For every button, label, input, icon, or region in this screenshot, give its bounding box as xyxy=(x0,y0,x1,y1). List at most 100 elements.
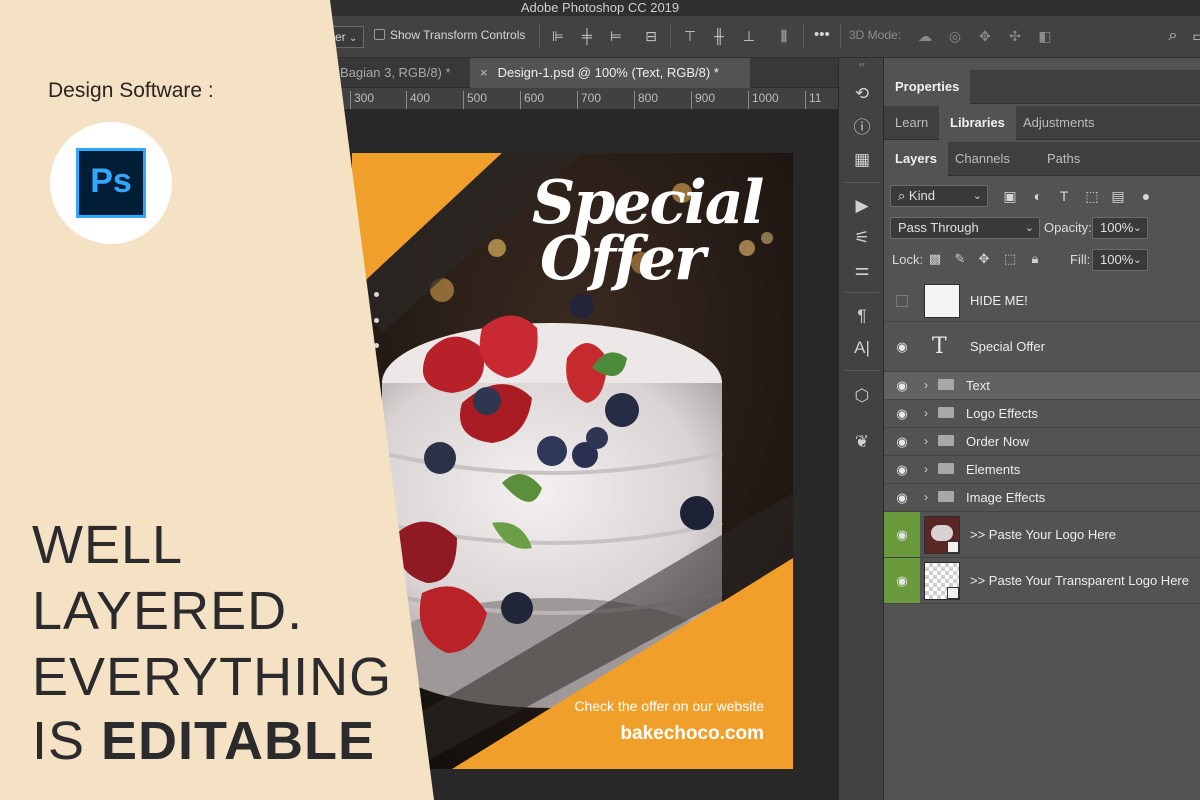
tab-libraries[interactable]: Libraries xyxy=(939,106,1016,140)
eye-icon[interactable]: ◉ xyxy=(884,428,920,455)
ruler-tick: 1000 xyxy=(748,91,779,109)
align-bottom-icon[interactable]: ⊥ xyxy=(738,24,760,48)
folder-icon: › xyxy=(924,378,960,392)
brushes-icon[interactable]: ⚟ xyxy=(850,226,874,250)
filter-type-icon[interactable]: T xyxy=(1054,186,1074,206)
layer-name: Special Offer xyxy=(970,339,1045,354)
align-center-icon[interactable]: ╪ xyxy=(576,24,598,48)
distribute-vertical-icon[interactable]: ⫼ xyxy=(773,24,795,48)
text-layer-icon: T xyxy=(932,334,947,359)
lock-label: Lock: xyxy=(892,252,924,267)
toolbar-divider xyxy=(840,24,841,48)
strip-divider xyxy=(845,182,879,183)
eye-icon[interactable]: ◉ xyxy=(884,512,920,557)
collapse-icon[interactable]: ‹‹ xyxy=(839,58,885,70)
filter-shape-icon[interactable]: ⬚ xyxy=(1082,186,1102,206)
filter-toggle-icon[interactable]: ● xyxy=(1136,186,1156,206)
layer-paste-logo[interactable]: ◉ >> Paste Your Logo Here xyxy=(884,512,1200,558)
feather-icon[interactable]: ❦ xyxy=(850,430,874,454)
blend-mode-dropdown[interactable]: Pass Through ⌄ xyxy=(890,217,1040,239)
tab-layers[interactable]: Layers xyxy=(884,142,948,176)
fill-field[interactable]: 100% ⌄ xyxy=(1092,249,1148,271)
ruler-tick: 600 xyxy=(520,91,544,109)
title-line-offer: Offer xyxy=(540,224,706,294)
filter-pixel-icon[interactable]: ▣ xyxy=(1000,186,1020,206)
lock-transparent-icon[interactable]: ▩ xyxy=(926,250,944,268)
3d-orbit-icon[interactable]: ☁ xyxy=(914,24,936,48)
info-icon[interactable]: ⓘ xyxy=(850,116,874,140)
eye-icon[interactable]: ◉ xyxy=(884,484,920,511)
layer-group-text[interactable]: ◉ › Text xyxy=(884,372,1200,400)
tab-paths[interactable]: Paths xyxy=(1036,142,1091,176)
eye-icon[interactable]: ◉ xyxy=(884,456,920,483)
align-top-icon[interactable]: ⊤ xyxy=(679,24,701,48)
close-icon[interactable]: × xyxy=(480,65,488,80)
tab-adjustments[interactable]: Adjustments xyxy=(1012,106,1106,140)
promo-line-3: EVERYTHING xyxy=(32,647,393,707)
tab-channels[interactable]: Channels xyxy=(944,142,1021,176)
layer-name: >> Paste Your Logo Here xyxy=(970,527,1117,542)
folder-icon: › xyxy=(924,490,960,504)
layer-group-image-effects[interactable]: ◉ › Image Effects xyxy=(884,484,1200,512)
grid-icon[interactable]: ▦ xyxy=(850,148,874,172)
tab-properties[interactable]: Properties xyxy=(884,70,971,104)
play-icon[interactable]: ▶ xyxy=(850,194,874,218)
lock-brush-icon[interactable]: ✎ xyxy=(951,250,969,268)
more-options-button[interactable]: ••• xyxy=(814,26,830,43)
tab-design-1[interactable]: × Design-1.psd @ 100% (Text, RGB/8) * xyxy=(470,58,750,88)
3d-scale-icon[interactable]: ◧ xyxy=(1034,24,1056,48)
tab-learn[interactable]: Learn xyxy=(884,106,939,140)
paragraph-icon[interactable]: ¶ xyxy=(850,304,874,328)
blend-mode-value: Pass Through xyxy=(898,220,979,235)
ruler-tick: 900 xyxy=(691,91,715,109)
3d-roll-icon[interactable]: ◎ xyxy=(944,24,966,48)
eye-icon[interactable]: ◉ xyxy=(884,558,920,603)
align-left-icon[interactable]: ⊫ xyxy=(547,24,569,48)
tab-label: Design-1.psd @ 100% (Text, RGB/8) * xyxy=(497,65,719,80)
folder-icon: › xyxy=(924,434,960,448)
search-icon[interactable]: ⌕ xyxy=(1162,24,1184,48)
libraries-tabbar: Learn Libraries Adjustments xyxy=(884,106,1200,140)
layer-special-offer[interactable]: ◉ T Special Offer xyxy=(884,322,1200,372)
visibility-toggle[interactable] xyxy=(884,280,920,321)
layer-name: Logo Effects xyxy=(966,406,1039,421)
toolbar-divider xyxy=(670,24,671,48)
history-icon[interactable]: ⟲ xyxy=(850,82,874,106)
folder-icon: › xyxy=(924,406,960,420)
promo-line-2: LAYERED. xyxy=(32,581,304,641)
layer-group-elements[interactable]: ◉ › Elements xyxy=(884,456,1200,484)
distribute-icon[interactable]: ⊟ xyxy=(640,24,662,48)
align-right-icon[interactable]: ⊨ xyxy=(605,24,627,48)
eye-icon[interactable]: ◉ xyxy=(884,372,920,399)
lock-all-icon[interactable]: 🔒︎ xyxy=(1026,250,1044,268)
filter-kind-value: Kind xyxy=(908,188,935,203)
lock-move-icon[interactable]: ✥ xyxy=(975,250,993,268)
character-icon[interactable]: A| xyxy=(850,336,874,360)
cube-icon[interactable]: ⬡ xyxy=(850,384,874,408)
layer-name: Text xyxy=(966,378,990,393)
smart-object-thumbnail xyxy=(924,516,960,554)
layer-group-order-now[interactable]: ◉ › Order Now xyxy=(884,428,1200,456)
layers-tabbar: Layers Channels Paths xyxy=(884,142,1200,176)
3d-slide-icon[interactable]: ✣ xyxy=(1004,24,1026,48)
align-middle-icon[interactable]: ╫ xyxy=(708,24,730,48)
eye-icon[interactable]: ◉ xyxy=(884,400,920,427)
offer-caption: Check the offer on our website xyxy=(574,698,764,714)
layer-filter-kind[interactable]: ⌕ Kind ⌄ xyxy=(890,185,988,207)
eye-icon[interactable]: ◉ xyxy=(884,322,920,371)
layer-thumbnail xyxy=(924,284,960,318)
layer-paste-transparent-logo[interactable]: ◉ >> Paste Your Transparent Logo Here xyxy=(884,558,1200,604)
layer-group-logo-effects[interactable]: ◉ › Logo Effects xyxy=(884,400,1200,428)
title-line-special: Special xyxy=(532,168,764,238)
layer-hide-me[interactable]: HIDE ME! xyxy=(884,280,1200,322)
adjust-sliders-icon[interactable]: ⚌ xyxy=(850,258,874,282)
lock-artboard-icon[interactable]: ⬚ xyxy=(1001,250,1019,268)
opacity-field[interactable]: 100% ⌄ xyxy=(1092,217,1148,239)
chevron-down-icon: ⌄ xyxy=(1132,254,1142,266)
3d-pan-icon[interactable]: ✥ xyxy=(974,24,996,48)
filter-smart-object-icon[interactable]: ▤ xyxy=(1108,186,1128,206)
workspace-icon[interactable]: ▭ xyxy=(1188,24,1200,48)
smart-object-badge-icon xyxy=(947,541,959,553)
filter-adjustment-icon[interactable]: ◐ xyxy=(1028,186,1048,206)
photoshop-logo-badge: Ps xyxy=(50,122,172,244)
